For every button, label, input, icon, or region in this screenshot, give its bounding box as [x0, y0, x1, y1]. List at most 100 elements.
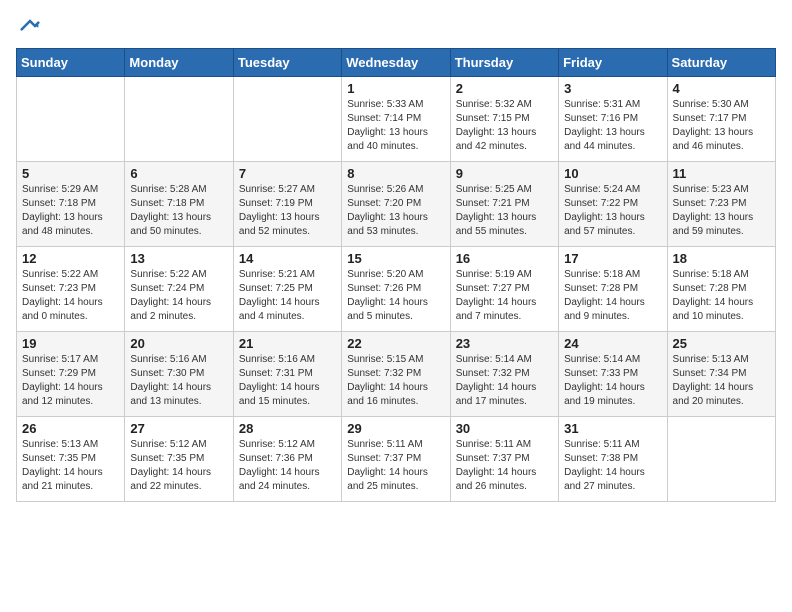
day-info: Sunrise: 5:11 AM Sunset: 7:37 PM Dayligh…	[456, 438, 553, 494]
calendar-cell: 16 Sunrise: 5:19 AM Sunset: 7:27 PM Dayli…	[450, 247, 558, 332]
calendar-cell: 22Sunrise: 5:15 AM Sunset: 7:32 PM Dayli…	[342, 332, 450, 417]
week-row-2: 12 Sunrise: 5:22 AM Sunset: 7:23 PM Dayli…	[17, 247, 776, 332]
day-info: Sunrise: 5:21 AM Sunset: 7:25 PM Dayligh…	[239, 268, 336, 324]
header-sunday: Sunday	[17, 49, 125, 77]
day-info: Sunrise: 5:13 AM Sunset: 7:35 PM Dayligh…	[22, 438, 119, 494]
calendar-table: SundayMondayTuesdayWednesdayThursdayFrid…	[16, 48, 776, 502]
calendar-cell: 6 Sunrise: 5:28 AM Sunset: 7:18 PM Daylig…	[125, 162, 233, 247]
day-number: 29	[347, 421, 444, 436]
week-row-1: 5 Sunrise: 5:29 AM Sunset: 7:18 PM Daylig…	[17, 162, 776, 247]
calendar-cell: 23Sunrise: 5:14 AM Sunset: 7:32 PM Dayli…	[450, 332, 558, 417]
day-info: Sunrise: 5:28 AM Sunset: 7:18 PM Dayligh…	[130, 183, 227, 239]
logo-icon	[20, 16, 40, 36]
calendar-cell: 24 Sunrise: 5:14 AM Sunset: 7:33 PM Dayli…	[559, 332, 667, 417]
day-number: 6	[130, 166, 227, 181]
calendar-cell: 21 Sunrise: 5:16 AM Sunset: 7:31 PM Dayli…	[233, 332, 341, 417]
day-info: Sunrise: 5:33 AM Sunset: 7:14 PM Dayligh…	[347, 98, 444, 154]
day-number: 20	[130, 336, 227, 351]
calendar-cell: 15 Sunrise: 5:20 AM Sunset: 7:26 PM Dayli…	[342, 247, 450, 332]
day-info: Sunrise: 5:11 AM Sunset: 7:37 PM Dayligh…	[347, 438, 444, 494]
calendar-cell: 31 Sunrise: 5:11 AM Sunset: 7:38 PM Dayli…	[559, 417, 667, 502]
day-number: 8	[347, 166, 444, 181]
day-info: Sunrise: 5:18 AM Sunset: 7:28 PM Dayligh…	[673, 268, 770, 324]
calendar-cell: 27 Sunrise: 5:12 AM Sunset: 7:35 PM Dayli…	[125, 417, 233, 502]
day-number: 26	[22, 421, 119, 436]
day-info: Sunrise: 5:31 AM Sunset: 7:16 PM Dayligh…	[564, 98, 661, 154]
day-info: Sunrise: 5:23 AM Sunset: 7:23 PM Dayligh…	[673, 183, 770, 239]
day-info: Sunrise: 5:26 AM Sunset: 7:20 PM Dayligh…	[347, 183, 444, 239]
day-number: 31	[564, 421, 661, 436]
week-row-3: 19 Sunrise: 5:17 AM Sunset: 7:29 PM Dayli…	[17, 332, 776, 417]
day-number: 25	[673, 336, 770, 351]
day-number: 13	[130, 251, 227, 266]
calendar-cell: 3 Sunrise: 5:31 AM Sunset: 7:16 PM Daylig…	[559, 77, 667, 162]
calendar-cell: 28 Sunrise: 5:12 AM Sunset: 7:36 PM Dayli…	[233, 417, 341, 502]
day-number: 23	[456, 336, 553, 351]
day-number: 19	[22, 336, 119, 351]
day-number: 7	[239, 166, 336, 181]
week-row-0: 1 Sunrise: 5:33 AM Sunset: 7:14 PM Daylig…	[17, 77, 776, 162]
day-info: Sunrise: 5:13 AM Sunset: 7:34 PM Dayligh…	[673, 353, 770, 409]
calendar-cell	[17, 77, 125, 162]
week-row-4: 26 Sunrise: 5:13 AM Sunset: 7:35 PM Dayli…	[17, 417, 776, 502]
day-number: 14	[239, 251, 336, 266]
calendar-cell: 18 Sunrise: 5:18 AM Sunset: 7:28 PM Dayli…	[667, 247, 775, 332]
day-number: 17	[564, 251, 661, 266]
day-info: Sunrise: 5:11 AM Sunset: 7:38 PM Dayligh…	[564, 438, 661, 494]
calendar-cell: 4 Sunrise: 5:30 AM Sunset: 7:17 PM Daylig…	[667, 77, 775, 162]
header-saturday: Saturday	[667, 49, 775, 77]
day-info: Sunrise: 5:30 AM Sunset: 7:17 PM Dayligh…	[673, 98, 770, 154]
day-number: 1	[347, 81, 444, 96]
calendar-cell: 10 Sunrise: 5:24 AM Sunset: 7:22 PM Dayli…	[559, 162, 667, 247]
day-number: 30	[456, 421, 553, 436]
day-info: Sunrise: 5:17 AM Sunset: 7:29 PM Dayligh…	[22, 353, 119, 409]
calendar-cell: 8 Sunrise: 5:26 AM Sunset: 7:20 PM Daylig…	[342, 162, 450, 247]
header-row: SundayMondayTuesdayWednesdayThursdayFrid…	[17, 49, 776, 77]
day-info: Sunrise: 5:22 AM Sunset: 7:23 PM Dayligh…	[22, 268, 119, 324]
day-number: 5	[22, 166, 119, 181]
day-info: Sunrise: 5:20 AM Sunset: 7:26 PM Dayligh…	[347, 268, 444, 324]
calendar-cell: 1 Sunrise: 5:33 AM Sunset: 7:14 PM Daylig…	[342, 77, 450, 162]
calendar-cell: 29 Sunrise: 5:11 AM Sunset: 7:37 PM Dayli…	[342, 417, 450, 502]
calendar-cell: 7Sunrise: 5:27 AM Sunset: 7:19 PM Daylig…	[233, 162, 341, 247]
calendar-cell: 14 Sunrise: 5:21 AM Sunset: 7:25 PM Dayli…	[233, 247, 341, 332]
calendar-cell: 13 Sunrise: 5:22 AM Sunset: 7:24 PM Dayli…	[125, 247, 233, 332]
calendar-cell: 9 Sunrise: 5:25 AM Sunset: 7:21 PM Daylig…	[450, 162, 558, 247]
day-info: Sunrise: 5:18 AM Sunset: 7:28 PM Dayligh…	[564, 268, 661, 324]
day-number: 15	[347, 251, 444, 266]
day-info: Sunrise: 5:22 AM Sunset: 7:24 PM Dayligh…	[130, 268, 227, 324]
calendar-cell: 25 Sunrise: 5:13 AM Sunset: 7:34 PM Dayli…	[667, 332, 775, 417]
day-number: 10	[564, 166, 661, 181]
calendar-cell: 2Sunrise: 5:32 AM Sunset: 7:15 PM Daylig…	[450, 77, 558, 162]
day-number: 21	[239, 336, 336, 351]
day-info: Sunrise: 5:12 AM Sunset: 7:35 PM Dayligh…	[130, 438, 227, 494]
day-info: Sunrise: 5:29 AM Sunset: 7:18 PM Dayligh…	[22, 183, 119, 239]
day-number: 24	[564, 336, 661, 351]
day-info: Sunrise: 5:15 AM Sunset: 7:32 PM Dayligh…	[347, 353, 444, 409]
day-info: Sunrise: 5:14 AM Sunset: 7:33 PM Dayligh…	[564, 353, 661, 409]
day-number: 3	[564, 81, 661, 96]
calendar-cell: 20Sunrise: 5:16 AM Sunset: 7:30 PM Dayli…	[125, 332, 233, 417]
day-info: Sunrise: 5:12 AM Sunset: 7:36 PM Dayligh…	[239, 438, 336, 494]
day-number: 28	[239, 421, 336, 436]
page-header	[16, 16, 776, 36]
calendar-cell: 19 Sunrise: 5:17 AM Sunset: 7:29 PM Dayli…	[17, 332, 125, 417]
calendar-cell: 30 Sunrise: 5:11 AM Sunset: 7:37 PM Dayli…	[450, 417, 558, 502]
day-number: 12	[22, 251, 119, 266]
header-monday: Monday	[125, 49, 233, 77]
day-info: Sunrise: 5:16 AM Sunset: 7:31 PM Dayligh…	[239, 353, 336, 409]
day-number: 4	[673, 81, 770, 96]
day-number: 2	[456, 81, 553, 96]
day-number: 9	[456, 166, 553, 181]
day-number: 27	[130, 421, 227, 436]
day-info: Sunrise: 5:19 AM Sunset: 7:27 PM Dayligh…	[456, 268, 553, 324]
day-info: Sunrise: 5:24 AM Sunset: 7:22 PM Dayligh…	[564, 183, 661, 239]
day-number: 18	[673, 251, 770, 266]
day-number: 16	[456, 251, 553, 266]
day-info: Sunrise: 5:25 AM Sunset: 7:21 PM Dayligh…	[456, 183, 553, 239]
calendar-cell: 5 Sunrise: 5:29 AM Sunset: 7:18 PM Daylig…	[17, 162, 125, 247]
logo	[16, 16, 40, 36]
header-friday: Friday	[559, 49, 667, 77]
calendar-cell	[233, 77, 341, 162]
calendar-cell: 11Sunrise: 5:23 AM Sunset: 7:23 PM Dayli…	[667, 162, 775, 247]
